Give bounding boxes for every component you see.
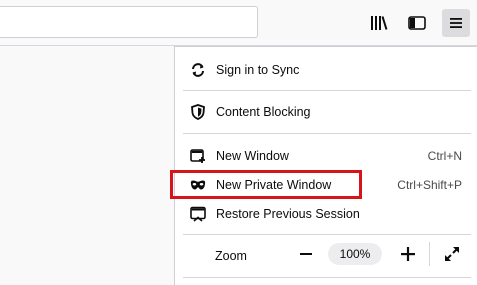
- new-window-label: New Window: [216, 149, 289, 163]
- zoom-out-button[interactable]: [293, 240, 319, 268]
- restore-previous-session-item[interactable]: Restore Previous Session: [175, 203, 477, 225]
- new-window-icon: [190, 148, 206, 164]
- url-bar[interactable]: [0, 6, 258, 38]
- page-content: [0, 46, 175, 285]
- minus-icon: [300, 253, 312, 255]
- fullscreen-button[interactable]: [440, 242, 464, 266]
- sync-icon: [190, 62, 206, 78]
- menu-separator: [183, 133, 471, 134]
- sign-in-label: Sign in to Sync: [216, 63, 300, 77]
- sidebar-button[interactable]: [403, 9, 431, 37]
- new-window-shortcut: Ctrl+N: [427, 149, 462, 163]
- new-private-window-shortcut: Ctrl+Shift+P: [397, 178, 462, 192]
- plus-icon: [401, 247, 415, 261]
- zoom-label: Zoom: [215, 249, 247, 263]
- menu-separator: [183, 234, 471, 235]
- zoom-reset-button[interactable]: 100%: [328, 243, 382, 265]
- new-window-item[interactable]: New Window Ctrl+N: [175, 145, 477, 167]
- open-menu-button[interactable]: [442, 9, 470, 37]
- fullscreen-icon: [445, 247, 459, 261]
- zoom-in-button[interactable]: [395, 240, 421, 268]
- sign-in-to-sync-item[interactable]: Sign in to Sync: [175, 59, 477, 81]
- restore-session-label: Restore Previous Session: [216, 207, 360, 221]
- content-blocking-item[interactable]: Content Blocking: [175, 101, 477, 123]
- zoom-divider: [429, 242, 430, 266]
- toolbar: [0, 0, 477, 46]
- highlight-box: [170, 170, 362, 199]
- shield-icon: [190, 104, 206, 120]
- restore-session-icon: [190, 206, 206, 222]
- menu-separator: [183, 90, 471, 91]
- menu-separator: [183, 277, 471, 278]
- library-icon: [371, 16, 388, 30]
- sidebar-icon: [408, 16, 426, 30]
- library-button[interactable]: [365, 9, 393, 37]
- content-blocking-label: Content Blocking: [216, 105, 311, 119]
- menu-icon: [450, 18, 462, 28]
